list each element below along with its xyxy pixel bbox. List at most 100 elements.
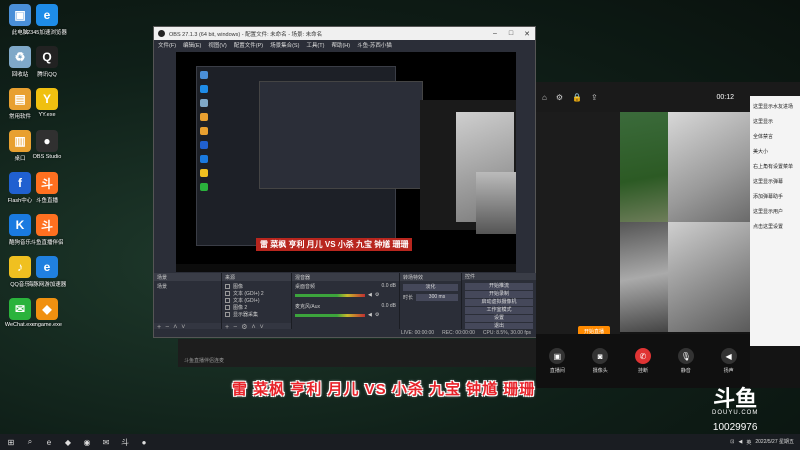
ime-icon[interactable]: 英 <box>746 439 751 446</box>
control-button[interactable]: 开始录制 <box>465 291 533 298</box>
taskbar-app-icon[interactable]: ◉ <box>82 437 92 447</box>
source-item[interactable]: 文本 (GDI+) 2 <box>225 290 288 297</box>
desktop-icon-label: 斗鱼直播伴侣 <box>30 240 64 246</box>
source-item[interactable]: 文本 (GDI+) <box>225 297 288 304</box>
call-control[interactable]: ◀ 扬声 <box>707 348 750 374</box>
source-item[interactable]: 显示器采集 <box>225 311 288 318</box>
start-icon[interactable]: ⊞ <box>6 437 16 447</box>
mixer-channel-db: 0.0 dB <box>381 283 396 289</box>
obs-menubar: 文件(F) 编辑(E) 视图(V) 配置文件(P) 场景集合(S) 工具(T) 帮助(H) 斗… <box>154 40 535 50</box>
source-item[interactable]: 图像 2 <box>225 304 288 311</box>
scene-item[interactable]: 场景 <box>157 283 218 290</box>
desktop-icon-label: OBS Studio <box>32 154 62 160</box>
control-button[interactable]: 设置 <box>465 315 533 322</box>
maximize-icon[interactable]: □ <box>503 30 519 38</box>
visibility-toggle[interactable] <box>225 305 230 310</box>
chat-message: 这里显示用户 <box>753 209 784 215</box>
desktop-icon-label: 2345加速浏览器 <box>27 30 67 36</box>
source-item[interactable]: 图像 <box>225 283 288 290</box>
obs-preview[interactable]: 雷 菜枫 亨利 月儿 VS 小杀 九宝 钟馗 珊珊 <box>176 52 516 272</box>
control-button[interactable]: 启动虚拟摄像机 <box>465 299 533 306</box>
home-icon[interactable]: ⌂ <box>542 93 547 102</box>
desktop-icon-label: cngame.exe <box>32 322 62 328</box>
speaker-icon[interactable]: ◀ <box>368 292 372 298</box>
desktop-icon[interactable]: e 2345加速浏览器 <box>27 4 67 36</box>
taskbar-app-icon[interactable]: e <box>44 437 54 447</box>
obs-titlebar[interactable]: OBS 27.1.3 (64 bit, windows) - 配置文件: 未命名… <box>154 27 535 40</box>
call-control[interactable]: ✆ 挂断 <box>622 348 665 374</box>
obs-logo-icon <box>158 30 165 37</box>
controls-list: 开始推流 开始录制 启动虚拟摄像机 工作室模式 设置 退出 <box>462 280 536 333</box>
video-tile[interactable] <box>620 222 668 332</box>
menu-item[interactable]: 工具(T) <box>306 41 324 49</box>
stream-caption: 雷 菜枫 亨利 月儿 VS 小杀 九宝 钟馗 珊珊 <box>232 381 536 398</box>
visibility-toggle[interactable] <box>225 284 230 289</box>
lock-icon[interactable]: 🔒 <box>572 93 582 102</box>
source-label: 文本 (GDI+) <box>233 298 260 304</box>
volume-icon[interactable]: ◀ <box>738 439 742 445</box>
volume-slider[interactable] <box>295 313 365 317</box>
video-tile[interactable] <box>620 112 668 222</box>
obs-window[interactable]: OBS 27.1.3 (64 bit, windows) - 配置文件: 未命名… <box>153 26 537 338</box>
taskbar-app-icon[interactable]: ✉ <box>101 437 111 447</box>
clock[interactable]: 2022/5/27 星期五 <box>755 439 794 445</box>
close-icon[interactable]: ✕ <box>519 30 535 38</box>
visibility-toggle[interactable] <box>225 298 230 303</box>
douyu-watermark: 斗鱼 DOUYU.COM 10029976 <box>712 389 758 434</box>
desktop-icon[interactable]: ● OBS Studio <box>27 130 67 160</box>
search-icon[interactable]: ⌕ <box>25 437 35 447</box>
visibility-toggle[interactable] <box>225 312 230 317</box>
menu-item[interactable]: 斗鱼-苏西小猫 <box>357 41 392 49</box>
desktop-icon[interactable]: Q 腾讯QQ <box>27 46 67 78</box>
call-control[interactable]: ▣ 直播间 <box>536 348 579 374</box>
menu-item[interactable]: 配置文件(P) <box>234 41 263 49</box>
chat-panel: 这里显示水友进场 这里显示 全体禁言 美大小 右上角有设置菜单 这里显示弹幕 添加弹幕助手这… <box>750 96 800 346</box>
video-tile[interactable] <box>668 222 750 332</box>
menu-item[interactable]: 帮助(H) <box>331 41 350 49</box>
desktop-icon[interactable]: ◆ cngame.exe <box>27 298 67 328</box>
volume-slider[interactable] <box>295 293 365 297</box>
transition-select[interactable]: 淡化 <box>403 284 458 291</box>
visibility-toggle[interactable] <box>225 291 230 296</box>
desktop-icon[interactable]: Y YY.exe <box>27 88 67 118</box>
menu-item[interactable]: 文件(F) <box>158 41 176 49</box>
control-button[interactable]: 开始推流 <box>465 283 533 290</box>
mixer-channel-name: 麦克风/Aux <box>295 304 321 310</box>
preview-nested-desktop <box>196 66 423 246</box>
gear-icon[interactable]: ⚙ <box>375 292 379 298</box>
call-control[interactable]: 🎙 静音 <box>664 348 707 374</box>
taskbar-app-icon[interactable]: 斗 <box>120 437 130 447</box>
menu-item[interactable]: 编辑(E) <box>183 41 201 49</box>
call-control-label: 扬声 <box>723 368 734 374</box>
gear-icon[interactable]: ⚙ <box>375 312 379 318</box>
call-control-label: 挂断 <box>637 368 648 374</box>
settings-icon[interactable]: ⚙ <box>556 93 563 102</box>
control-button[interactable]: 工作室模式 <box>465 307 533 314</box>
menu-item[interactable]: 场景集合(S) <box>270 41 299 49</box>
source-label: 图像 2 <box>233 305 248 311</box>
call-control[interactable]: ◙ 摄像头 <box>579 348 622 374</box>
mixer-channel: 桌面音频 0.0 dB <box>295 283 396 290</box>
obs-docks: 场景 场景 + − ˄ ˅ 来源 图像 文本 (GDI+) 2 文本 (GDI+) 图像 2… <box>154 273 537 333</box>
video-tile[interactable] <box>668 112 750 222</box>
network-icon[interactable]: ⊡ <box>730 439 734 445</box>
speaker-icon[interactable]: ◀ <box>368 312 372 318</box>
share-icon[interactable]: ⇪ <box>591 93 598 102</box>
desktop-icon[interactable]: 斗斗鱼直播伴侣 <box>27 214 67 246</box>
menu-item[interactable]: 视图(V) <box>208 41 226 49</box>
scenes-list: 场景 <box>154 281 221 323</box>
desktop-icon[interactable]: 斗斗鱼直播 <box>27 172 67 204</box>
taskbar-app-icon[interactable]: ● <box>139 437 149 447</box>
minimize-icon[interactable]: – <box>487 30 503 38</box>
duration-input[interactable]: 300 ms <box>416 294 458 301</box>
call-control-icon: ◀ <box>720 348 737 364</box>
call-control-label: 静音 <box>680 368 691 374</box>
streaming-app-window[interactable]: ⌂ ⚙ 🔒 ⇪ 00:12 这里显示水友进场 这里显示 全体禁言 美大小 右上角有设置菜… <box>536 82 800 388</box>
chat-message: 美大小 <box>753 149 769 155</box>
preview-caption: 雷 菜枫 亨利 月儿 VS 小杀 九宝 钟馗 珊珊 <box>256 238 413 251</box>
taskbar-app-icon[interactable]: ◆ <box>63 437 73 447</box>
desktop-icon[interactable]: e 海豚网游加速器 <box>27 256 67 288</box>
streaming-app-sidebar <box>536 112 620 334</box>
call-controls: ▣ 直播间 ◙ 摄像头 ✆ 挂断 🎙 静音 ◀ 扬声 <box>536 334 750 388</box>
obs-title-text: OBS 27.1.3 (64 bit, windows) - 配置文件: 未命名… <box>169 31 323 38</box>
